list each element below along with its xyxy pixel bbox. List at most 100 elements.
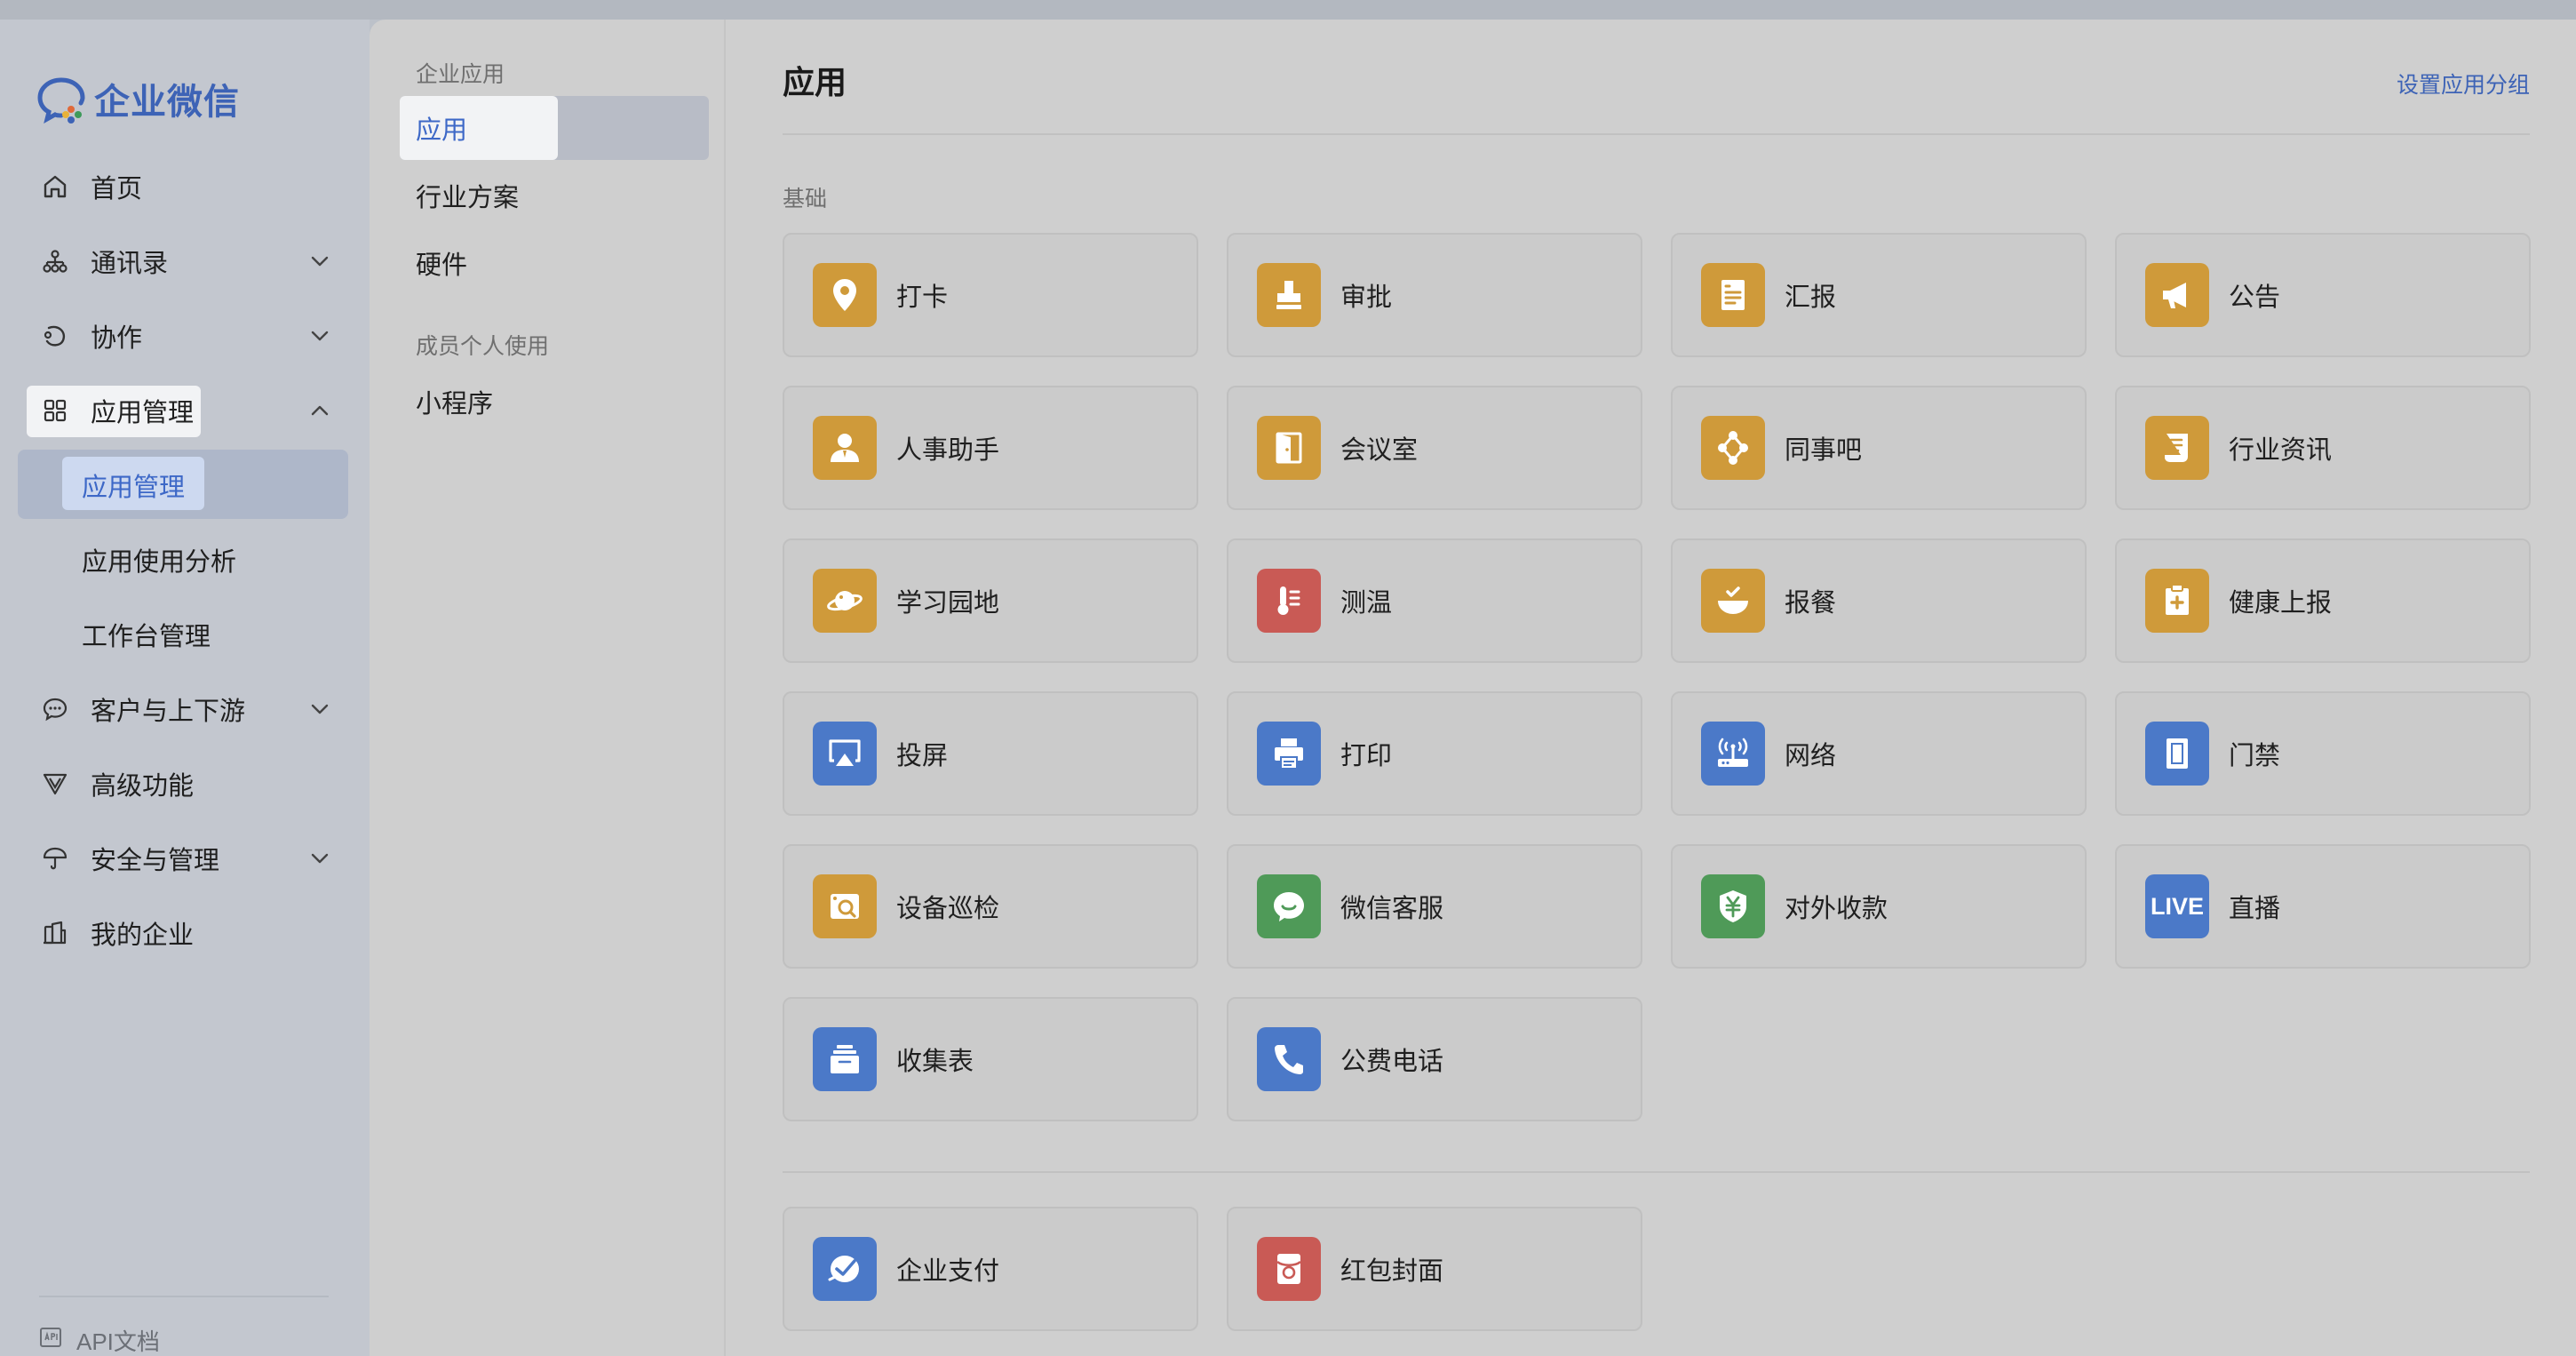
brand-logo[interactable]: 企业微信 [36, 59, 240, 139]
health-clipboard-icon [2145, 569, 2209, 633]
app-card-meeting-room[interactable]: 会议室 [1227, 386, 1642, 510]
app-card-meal-order[interactable]: 报餐 [1671, 538, 2087, 663]
printer-icon [1257, 722, 1321, 786]
chat-bubble-icon [41, 695, 69, 723]
app-name: 网络 [1785, 742, 1837, 770]
app-name: 企业支付 [896, 1257, 1000, 1286]
hr-person-icon [813, 416, 877, 480]
sidebar-item-collaboration[interactable]: 协作 [18, 299, 352, 373]
filter-v-icon [41, 770, 69, 798]
sidebar-item-customers[interactable]: 客户与上下游 [18, 672, 352, 746]
app-name: 汇报 [1785, 283, 1837, 312]
sidebar-item-label: 通讯录 [91, 250, 169, 278]
app-card-hr-assistant[interactable]: 人事助手 [783, 386, 1198, 510]
meal-bowl-icon [1701, 569, 1765, 633]
app-card-report[interactable]: 汇报 [1671, 233, 2087, 357]
app-card-temperature[interactable]: 测温 [1227, 538, 1642, 663]
org-chart-icon [41, 247, 69, 275]
app-card-screen-cast[interactable]: 投屏 [783, 691, 1198, 816]
app-name: 同事吧 [1785, 436, 1863, 465]
chevron-down-icon[interactable] [306, 247, 334, 275]
yuan-shield-icon [1701, 874, 1765, 938]
app-card-approval[interactable]: 审批 [1227, 233, 1642, 357]
app-name: 会议室 [1340, 436, 1419, 465]
app-card-industry-news[interactable]: 行业资讯 [2115, 386, 2531, 510]
sidebar-item-label: 我的企业 [91, 921, 195, 950]
thermometer-icon [1257, 569, 1321, 633]
network-nodes-icon [1701, 416, 1765, 480]
app-name: 公费电话 [1340, 1048, 1444, 1076]
main-content: 应用 设置应用分组 基础 打卡 审批 汇报 公告 人事助手 会议室 同事吧 行业… [726, 20, 2576, 1356]
app-card-clock-in[interactable]: 打卡 [783, 233, 1198, 357]
router-icon [1701, 722, 1765, 786]
sidebar-item-label: 客户与上下游 [91, 698, 246, 726]
enterprise-pay-icon [813, 1237, 877, 1301]
red-envelope-icon [1257, 1237, 1321, 1301]
app-card-live[interactable]: LIVE 直播 [2115, 844, 2531, 969]
chevron-down-icon[interactable] [306, 322, 334, 350]
access-door-icon [2145, 722, 2209, 786]
chevron-down-icon[interactable] [306, 844, 334, 873]
app-name: 收集表 [896, 1048, 974, 1076]
title-divider [783, 133, 2530, 135]
app-card-announcement[interactable]: 公告 [2115, 233, 2531, 357]
chevron-down-icon[interactable] [306, 695, 334, 723]
sidebar-item-app-management[interactable]: 应用管理 [18, 373, 352, 448]
wechat-service-icon [1257, 874, 1321, 938]
app-card-device-inspection[interactable]: 设备巡检 [783, 844, 1198, 969]
sidebar-nav: 首页 通讯录 协作 应用管理 应用管理 应用使用分析 工作台管理 客户与上下游 … [18, 149, 352, 970]
sidebar-subitem-workbench[interactable]: 工作台管理 [18, 597, 352, 672]
app-name: 行业资讯 [2229, 436, 2333, 465]
collect-tray-icon [813, 1027, 877, 1091]
category-label-basic: 基础 [783, 187, 828, 211]
section-divider [783, 1171, 2530, 1173]
sidebar-subitem-app-management[interactable]: 应用管理 [18, 448, 352, 522]
app-card-access-control[interactable]: 门禁 [2115, 691, 2531, 816]
live-icon: LIVE [2145, 874, 2209, 938]
sidebar-subitem-label: 应用使用分析 [82, 548, 237, 577]
app-card-red-envelope-cover[interactable]: 红包封面 [1227, 1207, 1642, 1331]
chevron-up-icon[interactable] [306, 396, 334, 425]
sidebar-item-home[interactable]: 首页 [18, 149, 352, 224]
app-card-print[interactable]: 打印 [1227, 691, 1642, 816]
app-card-external-payment[interactable]: 对外收款 [1671, 844, 2087, 969]
section-title-personal-use: 成员个人使用 [416, 334, 550, 359]
secondary-nav-item-industry-solutions[interactable]: 行业方案 [416, 169, 519, 222]
sidebar-subitem-label: 工作台管理 [82, 623, 211, 651]
sidebar-divider [39, 1296, 329, 1297]
secondary-nav: 企业应用 应用 行业方案 硬件 成员个人使用 小程序 [370, 20, 725, 1356]
secondary-nav-item-mini-programs[interactable]: 小程序 [416, 375, 493, 428]
sidebar-subitem-usage-analysis[interactable]: 应用使用分析 [18, 522, 352, 597]
secondary-nav-item-hardware[interactable]: 硬件 [416, 236, 467, 290]
app-card-collection-form[interactable]: 收集表 [783, 997, 1198, 1121]
api-doc-link[interactable]: API文档 [39, 1324, 160, 1356]
sidebar: 企业微信 首页 通讯录 协作 应用管理 应用管理 应用使用分析 工作台管理 客户… [0, 20, 370, 1356]
sidebar-item-advanced[interactable]: 高级功能 [18, 746, 352, 821]
app-card-network[interactable]: 网络 [1671, 691, 2087, 816]
phone-icon [1257, 1027, 1321, 1091]
app-card-public-phone[interactable]: 公费电话 [1227, 997, 1642, 1121]
app-card-colleague-forum[interactable]: 同事吧 [1671, 386, 2087, 510]
sidebar-item-my-company[interactable]: 我的企业 [18, 896, 352, 970]
app-card-health-report[interactable]: 健康上报 [2115, 538, 2531, 663]
set-app-groups-link[interactable]: 设置应用分组 [2397, 68, 2530, 100]
sidebar-subitem-label: 应用管理 [82, 474, 186, 502]
app-name: 人事助手 [896, 436, 1000, 465]
sidebar-item-label: 高级功能 [91, 772, 195, 801]
stamp-icon [1257, 263, 1321, 327]
section-title-enterprise-apps: 企业应用 [416, 62, 505, 87]
app-card-wechat-service[interactable]: 微信客服 [1227, 844, 1642, 969]
app-card-learning[interactable]: 学习园地 [783, 538, 1198, 663]
app-card-enterprise-pay[interactable]: 企业支付 [783, 1207, 1198, 1331]
brand-name: 企业微信 [94, 83, 240, 122]
app-name: 健康上报 [2229, 589, 2333, 618]
app-name: 打印 [1340, 742, 1393, 770]
sidebar-item-security[interactable]: 安全与管理 [18, 821, 352, 896]
app-name: 审批 [1340, 283, 1393, 312]
sidebar-item-label: 安全与管理 [91, 847, 220, 875]
window-top-strip [0, 0, 2576, 20]
wecom-logo-icon [36, 73, 87, 124]
sidebar-item-label: 协作 [91, 324, 143, 353]
api-doc-icon [39, 1326, 62, 1355]
sidebar-item-contacts[interactable]: 通讯录 [18, 224, 352, 299]
